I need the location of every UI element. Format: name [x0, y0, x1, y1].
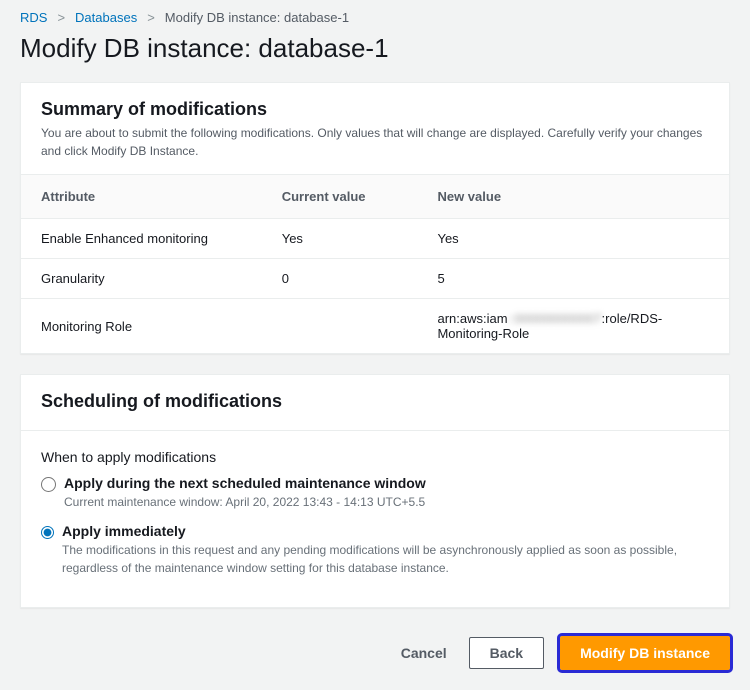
- cell-attr: Enable Enhanced monitoring: [21, 219, 262, 259]
- cell-attr: Granularity: [21, 259, 262, 299]
- scheduling-label: When to apply modifications: [41, 449, 709, 465]
- table-row: Granularity 0 5: [21, 259, 729, 299]
- breadcrumb: RDS > Databases > Modify DB instance: da…: [20, 10, 730, 25]
- scheduling-panel: Scheduling of modifications When to appl…: [20, 374, 730, 608]
- modifications-table: Attribute Current value New value Enable…: [21, 175, 729, 353]
- footer-actions: Cancel Back Modify DB instance: [20, 628, 730, 670]
- breadcrumb-databases[interactable]: Databases: [75, 10, 137, 25]
- table-row: Enable Enhanced monitoring Yes Yes: [21, 219, 729, 259]
- cell-current: Yes: [262, 219, 418, 259]
- scheduling-title: Scheduling of modifications: [41, 391, 709, 412]
- radio-immediate-input[interactable]: [41, 525, 54, 540]
- radio-immediate-desc: The modifications in this request and an…: [62, 541, 709, 577]
- cell-current: 0: [262, 259, 418, 299]
- col-attribute: Attribute: [21, 175, 262, 219]
- modify-db-instance-button[interactable]: Modify DB instance: [560, 636, 730, 670]
- chevron-right-icon: >: [147, 10, 155, 25]
- cell-current: [262, 299, 418, 354]
- summary-title: Summary of modifications: [41, 99, 709, 120]
- radio-scheduled-label: Apply during the next scheduled maintena…: [64, 475, 426, 491]
- cell-new: Yes: [417, 219, 729, 259]
- page-title: Modify DB instance: database-1: [20, 33, 730, 64]
- cell-new: 5: [417, 259, 729, 299]
- radio-scheduled-window[interactable]: Apply during the next scheduled maintena…: [41, 475, 709, 511]
- back-button[interactable]: Back: [469, 637, 544, 669]
- summary-panel: Summary of modifications You are about t…: [20, 82, 730, 354]
- breadcrumb-rds[interactable]: RDS: [20, 10, 47, 25]
- cell-new: arn:aws:iam::000000000007:role/RDS-Monit…: [417, 299, 729, 354]
- table-row: Monitoring Role arn:aws:iam::00000000000…: [21, 299, 729, 354]
- redacted-account-id: ::000000000007: [508, 311, 602, 326]
- radio-scheduled-desc: Current maintenance window: April 20, 20…: [64, 493, 426, 511]
- radio-apply-immediately[interactable]: Apply immediately The modifications in t…: [41, 523, 709, 577]
- col-current-value: Current value: [262, 175, 418, 219]
- radio-immediate-label: Apply immediately: [62, 523, 709, 539]
- radio-scheduled-input[interactable]: [41, 477, 56, 492]
- summary-description: You are about to submit the following mo…: [41, 124, 709, 160]
- col-new-value: New value: [417, 175, 729, 219]
- cell-attr: Monitoring Role: [21, 299, 262, 354]
- chevron-right-icon: >: [57, 10, 65, 25]
- cancel-button[interactable]: Cancel: [395, 637, 453, 669]
- breadcrumb-current: Modify DB instance: database-1: [165, 10, 349, 25]
